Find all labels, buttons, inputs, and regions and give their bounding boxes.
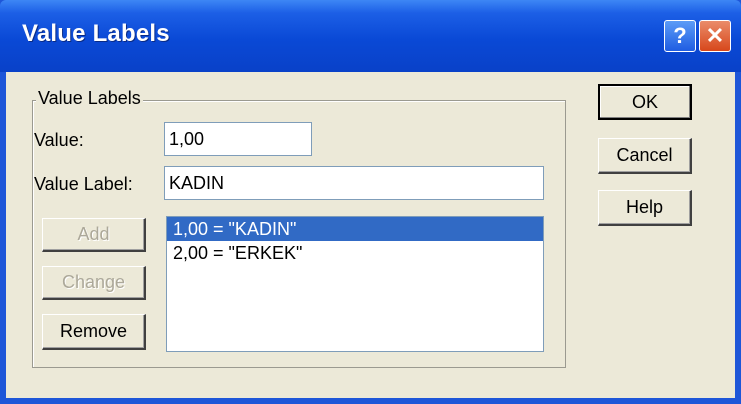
list-item[interactable]: 2,00 = "ERKEK" xyxy=(167,241,543,265)
change-button[interactable]: Change xyxy=(42,266,146,300)
close-button[interactable]: ✕ xyxy=(699,20,731,52)
cancel-button[interactable]: Cancel xyxy=(598,138,692,174)
value-label-field-label: Value Label: xyxy=(34,174,133,194)
dialog-title: Value Labels xyxy=(22,20,170,47)
group-legend: Value Labels xyxy=(36,88,143,109)
help-title-button[interactable]: ? xyxy=(664,20,696,52)
dialog-client-area: Value Labels Value: 1,00 Value Label: KA… xyxy=(6,72,735,398)
value-labels-list[interactable]: 1,00 = "KADIN" 2,00 = "ERKEK" xyxy=(166,216,544,352)
value-field-label: Value: xyxy=(34,130,84,150)
value-label-input[interactable]: KADIN xyxy=(164,166,544,200)
title-bar[interactable]: Value Labels ? ✕ xyxy=(0,0,741,72)
help-button[interactable]: Help xyxy=(598,190,692,226)
dialog-window: Value Labels ? ✕ Value Labels Value: 1,0… xyxy=(0,0,741,404)
add-button[interactable]: Add xyxy=(42,218,146,252)
value-input[interactable]: 1,00 xyxy=(164,122,312,156)
list-item[interactable]: 1,00 = "KADIN" xyxy=(167,217,543,241)
remove-button[interactable]: Remove xyxy=(42,314,146,350)
close-icon: ✕ xyxy=(705,23,725,48)
ok-button[interactable]: OK xyxy=(598,84,692,120)
question-icon: ? xyxy=(673,23,687,48)
